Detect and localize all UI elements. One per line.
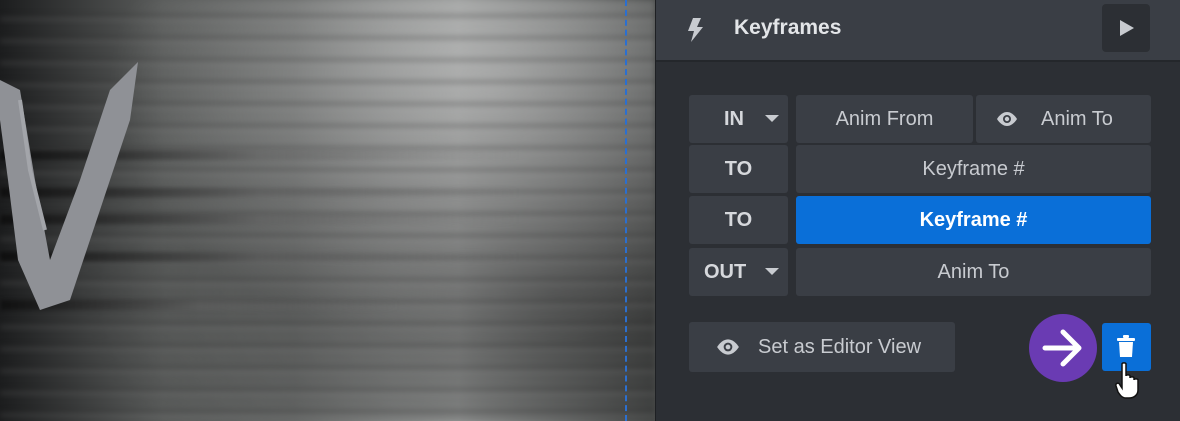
to-label-cell: TO	[689, 145, 788, 193]
keyframe-cell[interactable]: Keyframe #	[796, 145, 1151, 193]
hand-cursor-icon	[1115, 362, 1139, 399]
stage-canvas	[0, 0, 655, 421]
in-dropdown[interactable]: IN	[689, 95, 788, 143]
row-label: OUT	[704, 261, 747, 283]
play-icon	[1120, 20, 1134, 36]
set-editor-view-button[interactable]: Set as Editor View	[689, 322, 955, 372]
arrow-right-icon	[1029, 314, 1097, 382]
canvas-guide-line	[625, 0, 627, 421]
cell-label: Keyframe #	[919, 209, 1028, 231]
anim-to-cell[interactable]: Anim To	[976, 95, 1151, 143]
cell-label: Keyframe #	[922, 158, 1025, 180]
anim-to-out-cell[interactable]: Anim To	[796, 248, 1151, 296]
chevron-down-icon	[765, 268, 779, 275]
out-dropdown[interactable]: OUT	[689, 248, 788, 296]
row-label: IN	[724, 108, 744, 130]
keyframe-cell-selected[interactable]: Keyframe #	[796, 196, 1151, 244]
row-label: TO	[724, 209, 753, 231]
to-label-cell: TO	[689, 196, 788, 244]
brush-stroke-graphic	[0, 62, 138, 310]
arrow-right-glyph	[1042, 329, 1082, 367]
cell-label: Anim To	[937, 261, 1010, 283]
cell-label: Anim From	[835, 108, 934, 130]
bolt-icon	[688, 18, 703, 42]
chevron-down-icon	[765, 115, 779, 122]
anim-from-cell[interactable]: Anim From	[796, 95, 973, 143]
keyframes-panel: Keyframes IN Anim From Anim To TO Keyfra…	[655, 0, 1180, 421]
row-label: TO	[724, 158, 753, 180]
eye-icon	[717, 339, 739, 355]
play-button[interactable]	[1102, 4, 1150, 52]
eye-icon	[997, 112, 1017, 126]
cell-label: Anim To	[1041, 108, 1113, 130]
trash-icon	[1117, 335, 1135, 357]
panel-title: Keyframes	[734, 16, 842, 39]
panel-header: Keyframes	[656, 0, 1180, 62]
editor-view-label: Set as Editor View	[758, 336, 922, 358]
